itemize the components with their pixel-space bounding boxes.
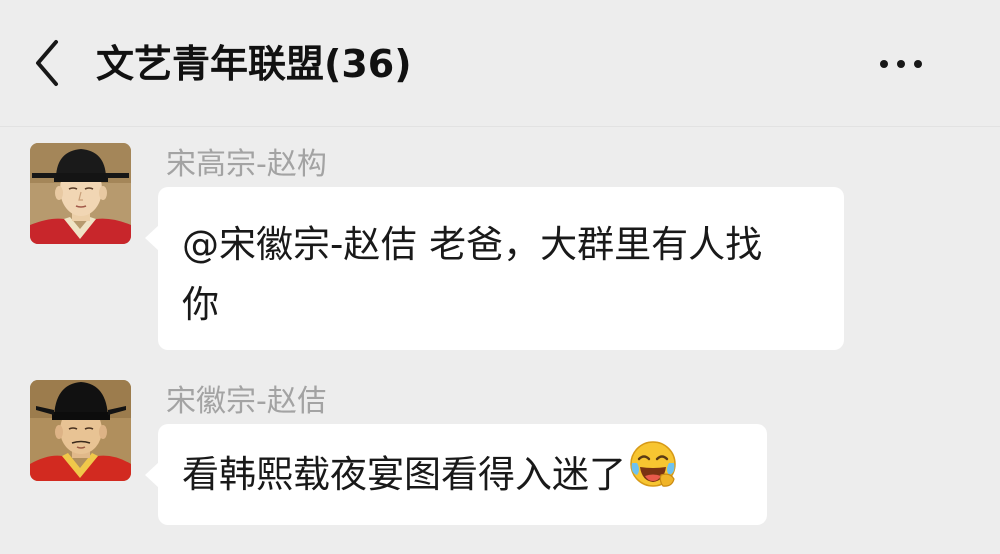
message-text: 看韩熙载夜宴图看得入迷了: [182, 453, 626, 496]
chat-header: 文艺青年联盟(36): [0, 0, 1000, 127]
avatar[interactable]: [30, 143, 131, 244]
sender-name: 宋高宗-赵构: [166, 147, 327, 182]
more-options-button[interactable]: [868, 46, 934, 82]
avatar[interactable]: [30, 380, 131, 481]
chat-title: 文艺青年联盟(36): [96, 42, 412, 86]
laughing-crying-face-emoji: [628, 426, 678, 527]
message-bubble[interactable]: @宋徽宗-赵佶 老爸，大群里有人找 你: [145, 187, 844, 350]
back-button[interactable]: [26, 38, 70, 88]
avatar-portrait-image: [30, 380, 131, 481]
more-horizontal-icon: [880, 60, 922, 68]
message-text-line: @宋徽宗-赵佶 老爸，大群里有人找: [182, 223, 763, 266]
chevron-left-icon: [36, 40, 58, 86]
message-bubble[interactable]: 看韩熙载夜宴图看得入迷了: [145, 424, 767, 527]
avatar-portrait-image: [30, 143, 131, 244]
sender-name: 宋徽宗-赵佶: [166, 384, 327, 419]
message-text-line: 你: [182, 283, 219, 326]
